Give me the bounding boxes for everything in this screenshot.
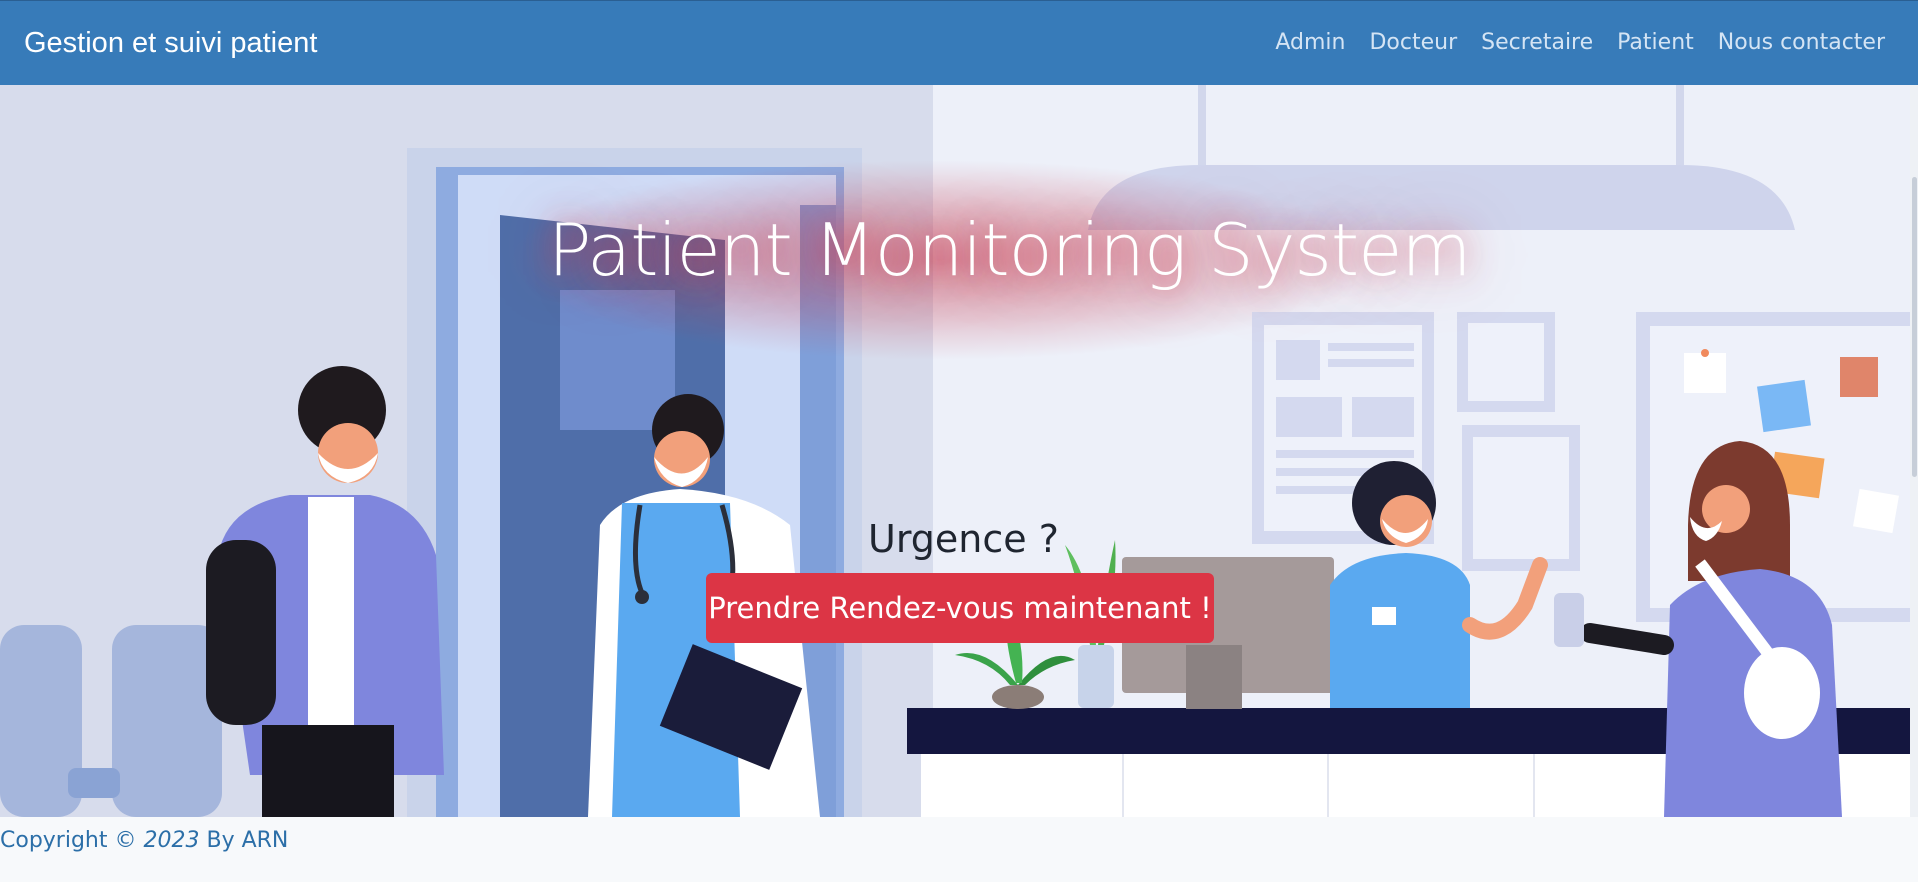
footer: Copyright © 2023 By ARN bbox=[0, 817, 1918, 882]
hero-title: Patient Monitoring System bbox=[548, 208, 1472, 292]
book-appointment-button[interactable]: Prendre Rendez-vous maintenant ! bbox=[706, 573, 1214, 643]
nav-patient[interactable]: Patient bbox=[1617, 30, 1694, 55]
scrollbar-thumb[interactable] bbox=[1912, 177, 1917, 477]
navbar: Gestion et suivi patient Admin Docteur S… bbox=[0, 0, 1918, 85]
copyright-text: Copyright © 2023 By ARN bbox=[0, 828, 288, 853]
nav-admin[interactable]: Admin bbox=[1275, 30, 1345, 55]
copyright-year: 2023 bbox=[143, 828, 200, 853]
copyright-suffix: By ARN bbox=[199, 828, 289, 853]
nav-contact[interactable]: Nous contacter bbox=[1718, 30, 1885, 55]
nav-docteur[interactable]: Docteur bbox=[1369, 30, 1457, 55]
brand-title[interactable]: Gestion et suivi patient bbox=[24, 27, 317, 60]
copyright-prefix: Copyright © bbox=[0, 828, 144, 853]
hospital-illustration bbox=[0, 85, 1918, 817]
hero-section: Patient Monitoring System Urgence ? Pren… bbox=[0, 85, 1918, 817]
nav-secretaire[interactable]: Secretaire bbox=[1481, 30, 1593, 55]
nav-links: Admin Docteur Secretaire Patient Nous co… bbox=[1275, 30, 1885, 55]
scrollbar[interactable] bbox=[1910, 85, 1918, 817]
urgence-question: Urgence ? bbox=[868, 517, 1059, 561]
